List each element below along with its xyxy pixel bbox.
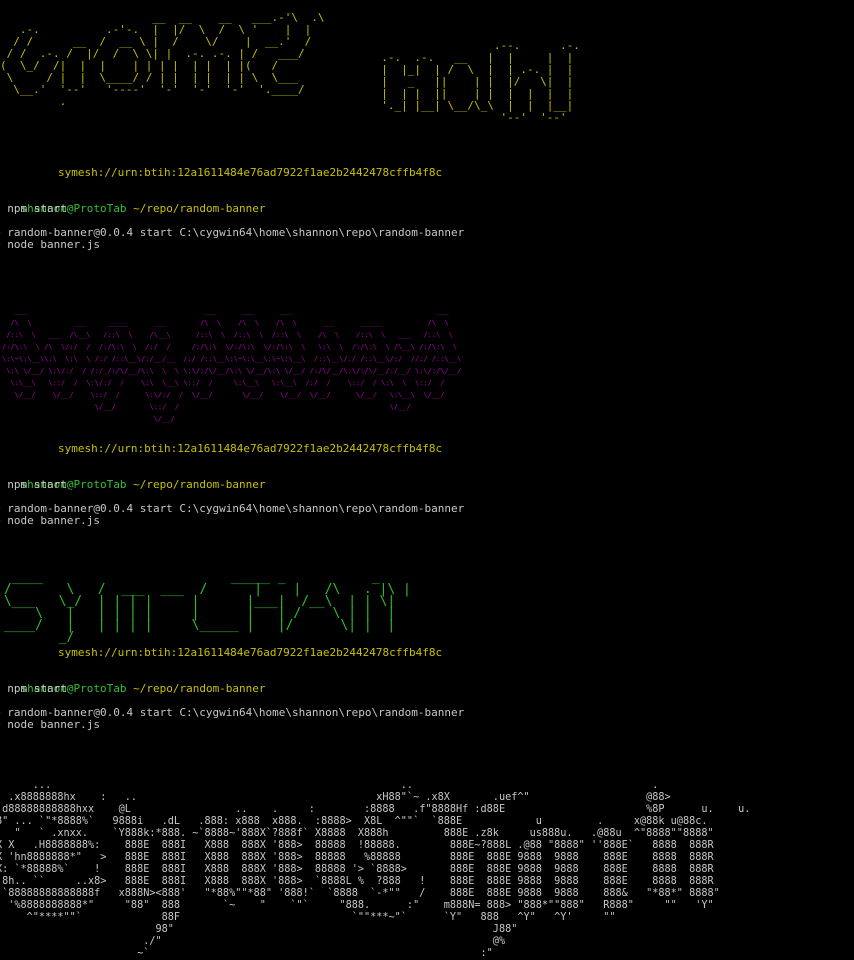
banner-art-yellow: __ __ __ ___.-'\ .\ .-. .-'-. | |/ \ / \… [0, 11, 325, 108]
node-output-line: > node banner.js [0, 238, 100, 251]
prompt-path: ~/repo/random-banner [133, 682, 266, 695]
node-output-line: > node banner.js [0, 718, 100, 731]
banner-uri: symesh://urn:btih:12a1611484e76ad7922f1a… [58, 442, 443, 455]
prompt-path: ~/repo/random-banner [133, 478, 266, 491]
command-line: $ npm start [0, 682, 67, 695]
banner-art-yellow-part2: .--. .-. .-. .-. __ | | | | | |_| | / \ … [381, 39, 580, 124]
terminal-window: __ __ __ ___.-'\ .\ .-. .-'-. | |/ \ / \… [0, 0, 854, 960]
prompt-path: ~/repo/random-banner [133, 202, 266, 215]
command-line: $ npm start [0, 202, 67, 215]
node-output-line: > node banner.js [0, 514, 100, 527]
banner-art-white: ... .. . .x8888888hx : .. xH88"`~ .x8X .… [0, 780, 751, 959]
banner-uri: symesh://urn:btih:12a1611484e76ad7922f1a… [58, 646, 443, 659]
banner-art-green: ____ _____ _ _ / \ / ___ ___ / | | /\ . … [3, 570, 411, 645]
command-line: $ npm start [0, 478, 67, 491]
banner-uri: symesh://urn:btih:12a1611484e76ad7922f1a… [58, 166, 443, 179]
banner-art-magenta: ___ ___ ___ ___ ___ /\ \ ___ _____ ___ /… [2, 307, 462, 423]
